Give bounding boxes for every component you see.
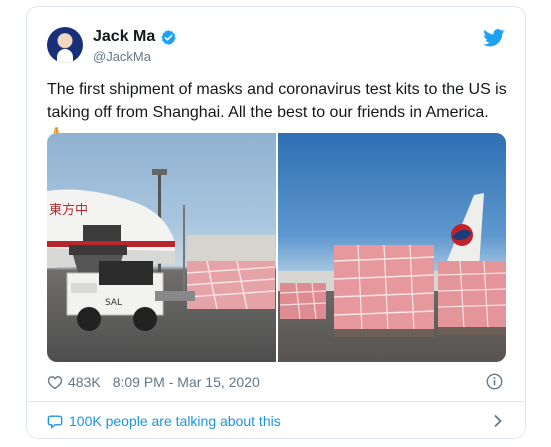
speech-bubble-icon [47, 415, 63, 429]
tweet-meta: 483K 8:09 PM - Mar 15, 2020 [47, 373, 260, 391]
conversation-link[interactable]: 100K people are talking about this [47, 409, 505, 433]
conversation-count-text[interactable]: 100K people are talking about this [69, 413, 281, 429]
chevron-right-icon[interactable] [493, 414, 503, 428]
tweet-header: Jack Ma @JackMa [47, 27, 505, 67]
like-count[interactable]: 483K [68, 374, 101, 390]
footer-divider [27, 401, 525, 402]
tweet-media[interactable]: 東方中 SAL [47, 133, 506, 362]
cargo-loading-illustration: 東方中 SAL [47, 169, 275, 331]
tweet-card[interactable]: Jack Ma @JackMa The first shipment of ma… [26, 6, 526, 439]
cargo-pallets-illustration [277, 193, 506, 337]
author-avatar[interactable] [47, 27, 83, 63]
heart-icon[interactable] [47, 375, 63, 390]
verified-badge-icon [161, 29, 176, 45]
author-handle[interactable]: @JackMa [93, 49, 151, 64]
author-name[interactable]: Jack Ma [93, 28, 155, 46]
twitter-bird-icon[interactable] [483, 29, 505, 47]
plane-livery-text: 東方中 [49, 202, 88, 218]
author-name-row[interactable]: Jack Ma [93, 28, 177, 46]
tweet-timestamp[interactable]: 8:09 PM - Mar 15, 2020 [113, 374, 260, 390]
svg-text:SAL: SAL [105, 298, 122, 308]
info-icon[interactable] [486, 373, 503, 390]
photo-cargo-loading[interactable]: 東方中 SAL [47, 133, 276, 362]
photo-cargo-pallets[interactable] [277, 133, 506, 362]
tweet-text: The first shipment of masks and coronavi… [47, 81, 507, 121]
